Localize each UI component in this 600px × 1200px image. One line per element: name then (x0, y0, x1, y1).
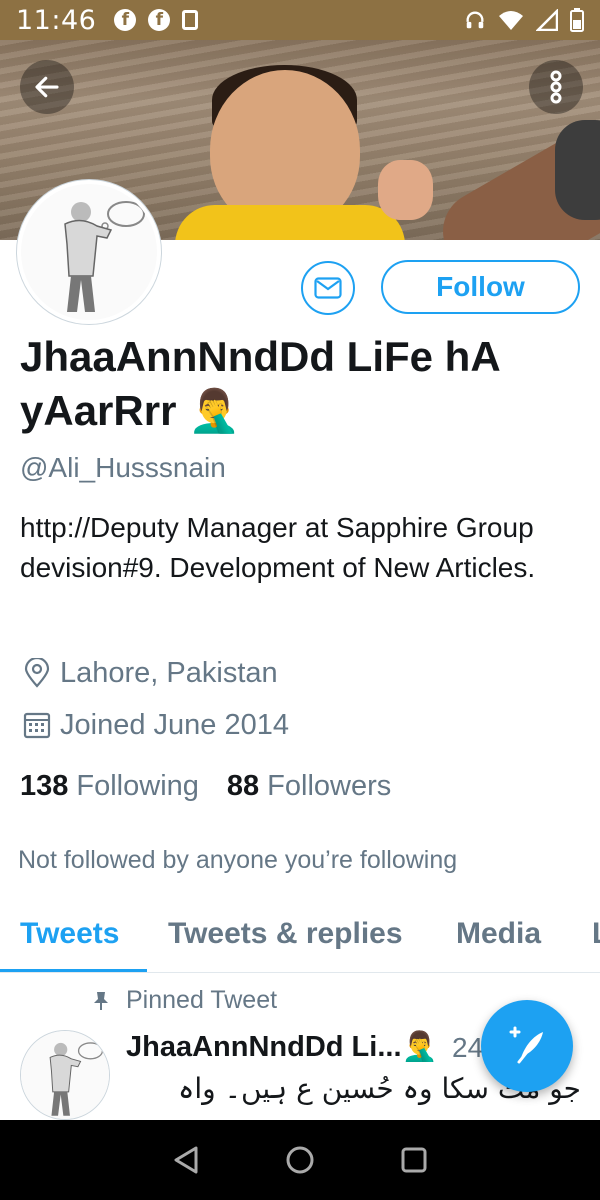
follow-counts: 138 Following 88 Followers (20, 770, 419, 803)
tweet-timestamp: 24 (452, 1032, 484, 1063)
signal-icon (536, 9, 558, 31)
nav-recents-icon[interactable] (400, 1146, 428, 1174)
active-tab-indicator (0, 969, 147, 972)
profile-avatar[interactable] (17, 180, 161, 324)
follow-button[interactable]: Follow (381, 260, 580, 314)
more-options-button[interactable] (529, 60, 583, 114)
tweet-author-name-text: JhaaAnnNndDd Li... (126, 1031, 402, 1063)
back-button[interactable] (20, 60, 74, 114)
location-text: Lahore, Pakistan (60, 656, 278, 689)
tweet-avatar[interactable] (20, 1030, 110, 1120)
compose-tweet-button[interactable] (481, 1000, 573, 1092)
facebook-notification-icon-2: f (148, 9, 171, 31)
feather-plus-icon (509, 1026, 543, 1064)
status-bar: 11:46 f f (0, 0, 600, 40)
tweet-author-name[interactable]: JhaaAnnNndDd Li...🤦‍♂️ (126, 1030, 438, 1064)
pinned-tweet-header: Pinned Tweet (90, 986, 277, 1015)
following-count[interactable]: 138 (20, 770, 68, 803)
arrow-left-icon (35, 76, 59, 98)
battery-icon (570, 8, 584, 32)
tweet-author-emoji: 🤦‍♂️ (401, 1031, 438, 1063)
joined-text: Joined June 2014 (60, 708, 289, 741)
followers-count[interactable]: 88 (227, 770, 259, 803)
pinned-label: Pinned Tweet (126, 986, 278, 1014)
following-label[interactable]: Following (76, 770, 199, 803)
storage-notification-icon (182, 10, 199, 30)
followers-label[interactable]: Followers (267, 770, 391, 803)
envelope-icon (314, 277, 342, 299)
profile-tabs: Tweets Tweets & replies Media L (0, 905, 600, 973)
nav-home-icon[interactable] (285, 1145, 315, 1175)
more-vertical-icon (550, 70, 562, 104)
calendar-icon (20, 708, 54, 742)
message-button[interactable] (301, 261, 355, 315)
not-followed-notice: Not followed by anyone you’re following (18, 846, 458, 874)
facepalm-emoji: 🤦‍♂️ (188, 387, 241, 434)
pin-icon (90, 991, 112, 1011)
profile-name: JhaaAnnNndDd LiFe hA yAarRrr 🤦‍♂️ (20, 330, 580, 438)
tab-likes[interactable]: L (592, 917, 600, 951)
profile-join-date: Joined June 2014 (20, 708, 289, 742)
profile-bio: http://Deputy Manager at Sapphire Group … (20, 512, 536, 583)
profile-location: Lahore, Pakistan (20, 656, 278, 690)
tab-tweets-replies[interactable]: Tweets & replies (168, 917, 403, 951)
location-pin-icon (20, 656, 54, 690)
profile-handle: @Ali_Husssnain (20, 452, 226, 483)
android-navigation-bar (0, 1120, 600, 1200)
tab-media[interactable]: Media (456, 917, 541, 951)
profile-name-text: JhaaAnnNndDd LiFe hA yAarRrr (20, 333, 500, 434)
facebook-notification-icon: f (114, 9, 137, 31)
wifi-icon (499, 11, 523, 30)
nav-back-icon[interactable] (172, 1145, 200, 1175)
headphones-icon (466, 11, 484, 29)
tab-tweets[interactable]: Tweets (20, 917, 119, 951)
status-time: 11:46 (16, 4, 97, 36)
